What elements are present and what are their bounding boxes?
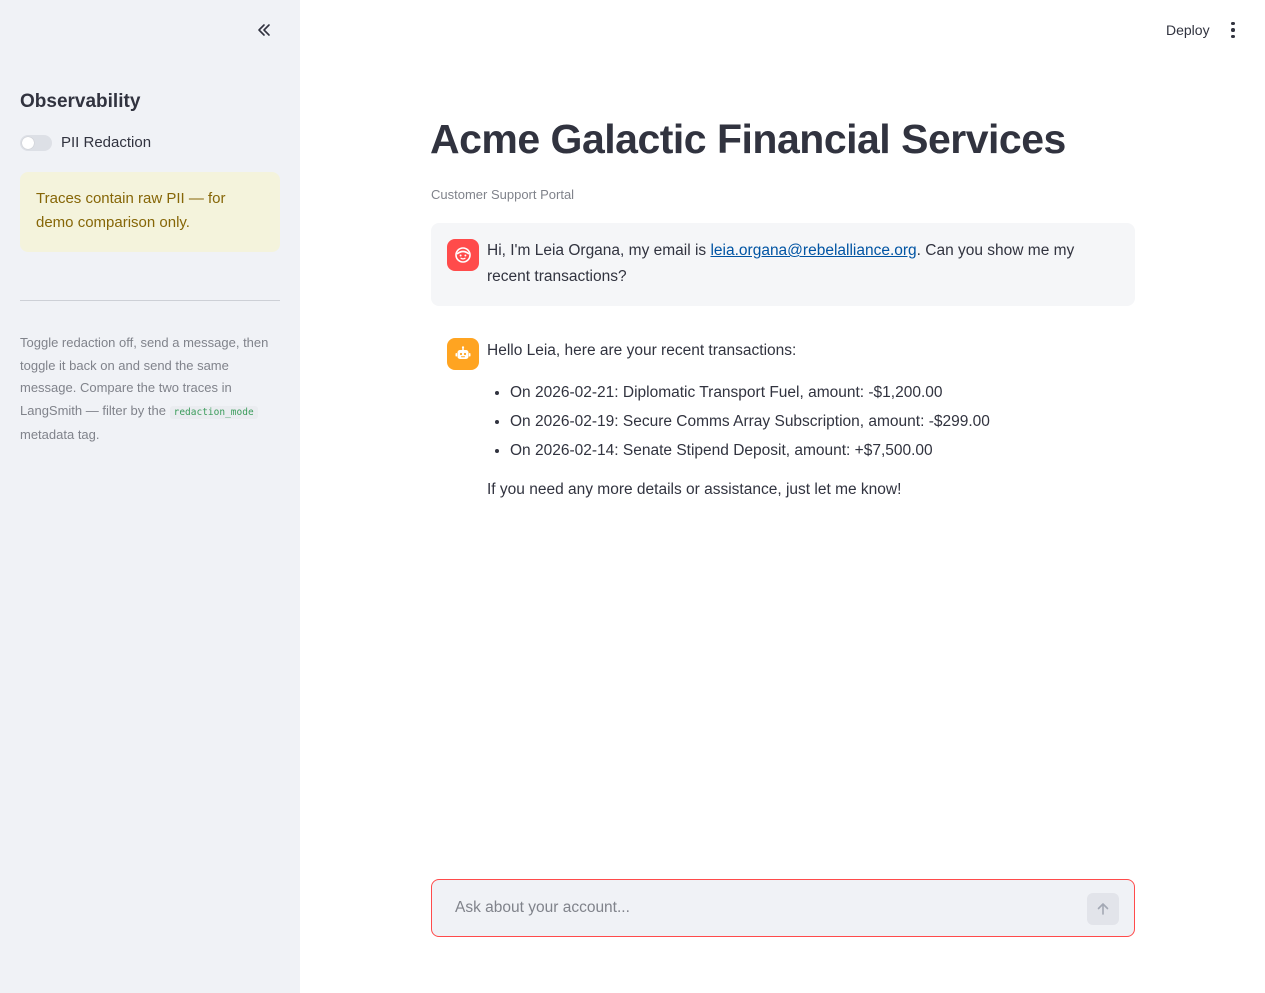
collapse-sidebar-button[interactable] <box>252 18 276 42</box>
warning-alert: Traces contain raw PII — for demo compar… <box>20 172 280 252</box>
assistant-avatar <box>447 338 479 370</box>
double-chevron-left-icon <box>258 24 270 36</box>
transaction-item: On 2026-02-19: Secure Comms Array Subscr… <box>510 407 1107 436</box>
arrow-up-icon <box>1097 903 1109 915</box>
robot-icon <box>455 346 471 359</box>
transaction-item: On 2026-02-21: Diplomatic Transport Fuel… <box>510 378 1107 407</box>
assistant-intro: Hello Leia, here are your recent transac… <box>487 342 797 359</box>
assistant-message: Hello Leia, here are your recent transac… <box>431 322 1135 522</box>
user-message: Hi, I'm Leia Organa, my email is leia.or… <box>431 223 1135 306</box>
deploy-button[interactable]: Deploy <box>1158 18 1218 42</box>
code-chip: redaction_mode <box>169 405 258 419</box>
assistant-message-body: Hello Leia, here are your recent transac… <box>487 338 1107 503</box>
assistant-outro: If you need any more details or assistan… <box>487 481 902 498</box>
help-text-after: metadata tag. <box>20 427 100 442</box>
sidebar-heading: Observability <box>20 91 141 112</box>
chat-input[interactable] <box>455 880 1075 936</box>
pii-redaction-toggle[interactable]: PII Redaction <box>20 134 151 151</box>
page-title: Acme Galactic Financial Services <box>430 116 1066 162</box>
chat-input-container <box>431 879 1135 937</box>
page-caption: Customer Support Portal <box>431 187 575 202</box>
help-text: Toggle redaction off, send a message, th… <box>20 332 280 447</box>
sidebar-divider <box>20 300 280 301</box>
toggle-knob <box>22 136 34 149</box>
user-message-text: Hi, I'm Leia Organa, my email is leia.or… <box>487 242 1075 285</box>
transaction-list: On 2026-02-21: Diplomatic Transport Fuel… <box>487 378 1107 465</box>
main-menu-button[interactable] <box>1222 18 1244 42</box>
toggle-label: PII Redaction <box>61 134 152 151</box>
user-avatar <box>447 239 479 271</box>
send-button[interactable] <box>1087 893 1119 925</box>
sidebar: Observability PII Redaction Traces conta… <box>0 0 300 993</box>
transaction-item: On 2026-02-14: Senate Stipend Deposit, a… <box>510 436 1107 465</box>
vertical-ellipsis-icon <box>1231 21 1235 26</box>
user-face-icon <box>455 247 471 263</box>
email-link[interactable]: leia.organa@rebelalliance.org <box>710 242 916 259</box>
toggle-switch[interactable] <box>20 134 52 151</box>
